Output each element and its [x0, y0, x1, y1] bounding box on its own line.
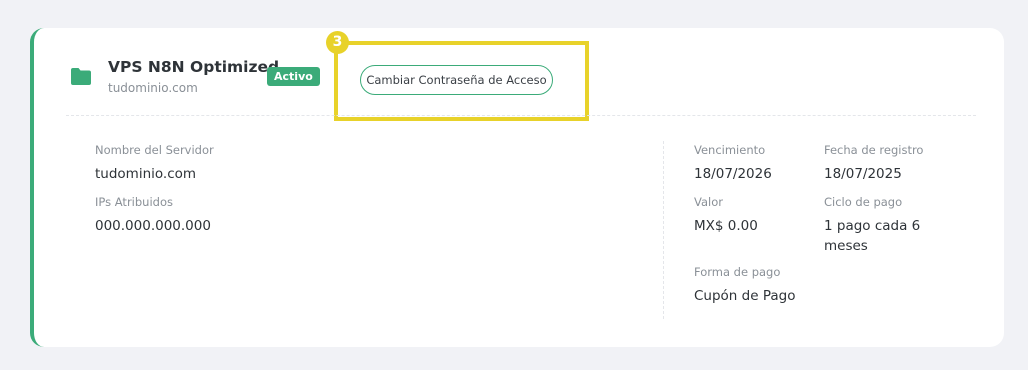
amount-value: MX$ 0.00 — [694, 218, 758, 234]
divider — [66, 115, 976, 116]
server-name-field: Nombre del Servidor tudominio.com — [95, 143, 214, 184]
registration-date-label: Fecha de registro — [824, 143, 924, 157]
due-date-value: 18/07/2026 — [694, 166, 772, 182]
folder-icon — [71, 68, 91, 85]
billing-cycle-label: Ciclo de pago — [824, 195, 903, 209]
payment-method-field: Forma de pago Cupón de Pago — [694, 265, 795, 306]
ips-field: IPs Atribuidos 000.000.000.000 — [95, 195, 211, 236]
ips-value: 000.000.000.000 — [95, 218, 211, 234]
registration-date-field: Fecha de registro 18/07/2025 — [824, 143, 923, 184]
due-date-field: Vencimiento 18/07/2026 — [694, 143, 772, 184]
service-card: VPS N8N Optimized tudominio.com Activo 3… — [30, 28, 1004, 347]
step-marker: 3 — [326, 31, 349, 54]
payment-method-label: Forma de pago — [694, 265, 781, 279]
billing-cycle-field: Ciclo de pago 1 pago cada 6 meses — [824, 195, 936, 256]
status-badge: Activo — [267, 67, 320, 86]
ips-label: IPs Atribuidos — [95, 195, 173, 209]
amount-field: Valor MX$ 0.00 — [694, 195, 758, 236]
registration-date-value: 18/07/2025 — [824, 166, 902, 182]
payment-method-value: Cupón de Pago — [694, 288, 796, 304]
server-name-label: Nombre del Servidor — [95, 143, 214, 157]
change-password-button[interactable]: Cambiar Contraseña de Acceso — [360, 65, 553, 95]
due-date-label: Vencimiento — [694, 143, 766, 157]
server-name-value: tudominio.com — [95, 166, 197, 182]
billing-cycle-value: 1 pago cada 6 meses — [824, 218, 921, 254]
service-title: VPS N8N Optimized — [108, 58, 280, 76]
service-domain: tudominio.com — [108, 81, 198, 95]
divider-vertical — [663, 141, 664, 319]
amount-label: Valor — [694, 195, 723, 209]
